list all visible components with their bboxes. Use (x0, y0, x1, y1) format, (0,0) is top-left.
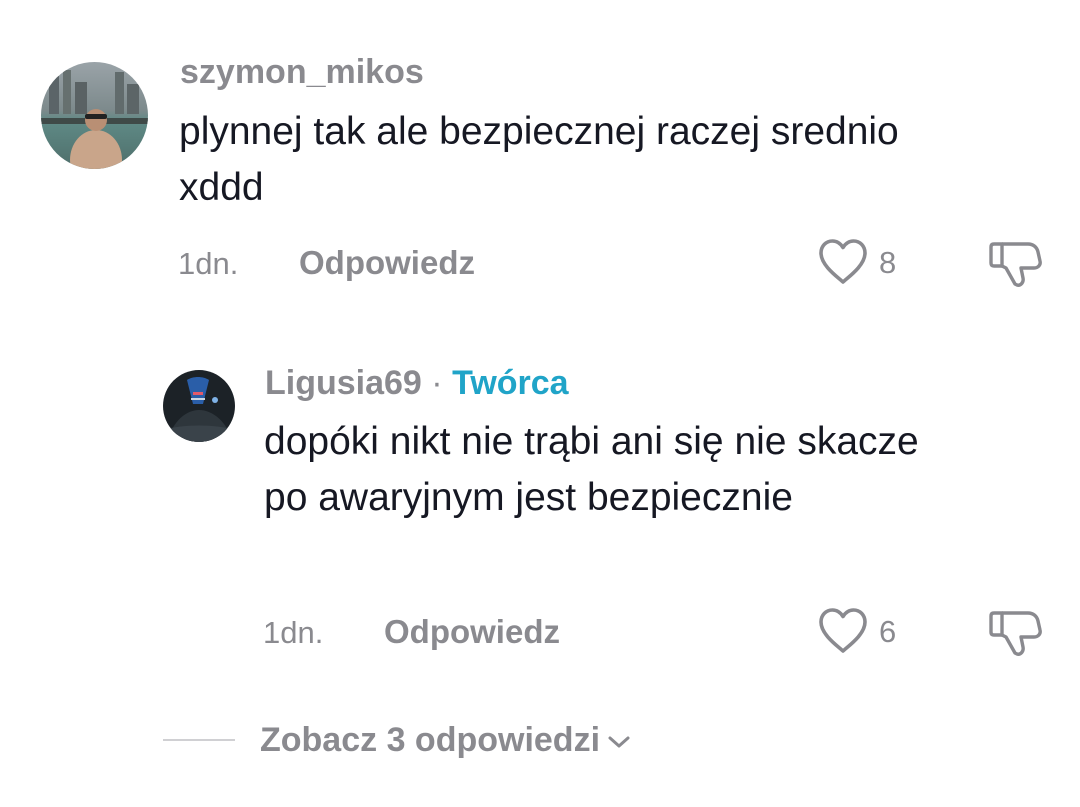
heart-icon (819, 608, 867, 653)
view-replies-label[interactable]: Zobacz 3 odpowiedzi (260, 721, 600, 759)
chevron-down-icon (608, 736, 630, 748)
reply-button[interactable]: Odpowiedz (299, 243, 475, 283)
like-count: 6 (879, 614, 897, 649)
heart-icon (819, 239, 867, 284)
dislike-button[interactable] (988, 236, 1044, 290)
like-count: 8 (879, 245, 897, 280)
comment-text: plynnej tak ale bezpiecznej raczej sredn… (179, 110, 899, 209)
view-replies-button[interactable]: Zobacz 3 odpowiedzi (260, 718, 632, 762)
dislike-button[interactable] (988, 605, 1044, 659)
creator-badge: Twórca (452, 364, 569, 402)
like-button[interactable] (817, 607, 869, 655)
avatar[interactable] (41, 62, 148, 169)
reply-button[interactable]: Odpowiedz (384, 612, 560, 652)
thumbs-down-icon (989, 242, 1042, 287)
reply-time: 1dn. (263, 615, 324, 650)
reply-username-text[interactable]: Ligusia69 (265, 364, 422, 402)
avatar[interactable] (163, 370, 235, 442)
thumbs-down-icon (989, 611, 1042, 656)
like-button[interactable] (817, 238, 869, 286)
separator-dot: · (431, 364, 443, 402)
reply-username[interactable]: Ligusia69 · Twórca (265, 363, 569, 403)
reply-text: dopóki nikt nie trąbi ani się nie skacze… (264, 420, 919, 519)
comment-time: 1dn. (178, 246, 239, 281)
divider-line (163, 739, 235, 741)
comment-username[interactable]: szymon_mikos (180, 52, 424, 92)
